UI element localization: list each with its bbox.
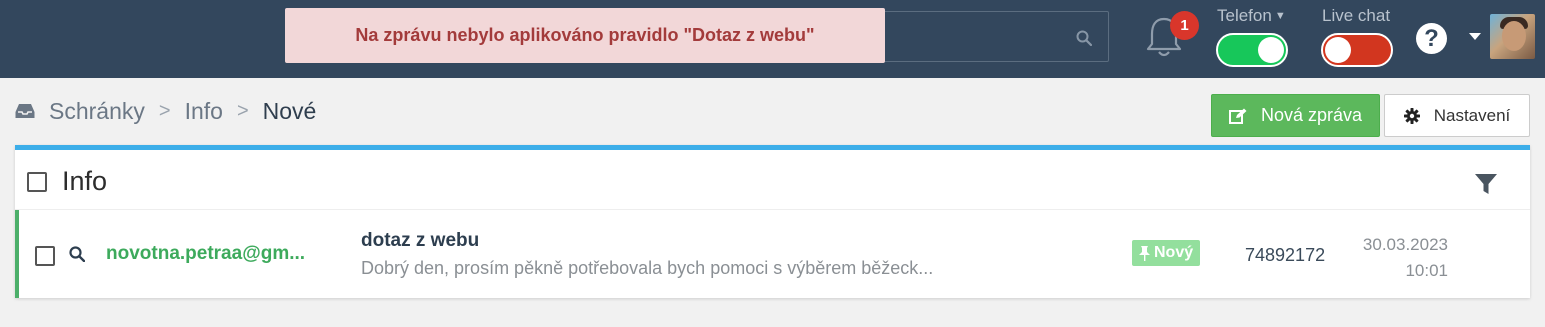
- search-input[interactable]: [868, 11, 1109, 62]
- message-sender[interactable]: novotna.petraa@gm...: [106, 243, 305, 265]
- rule-notification-text: Na zprávu nebylo aplikováno pravidlo "Do…: [355, 25, 815, 45]
- filter-icon[interactable]: [1475, 173, 1497, 195]
- panel-title: Info: [62, 166, 108, 196]
- breadcrumb-item-info[interactable]: Info: [185, 98, 223, 125]
- inbox-icon: [15, 104, 35, 118]
- chevron-down-icon[interactable]: ▼: [1275, 10, 1286, 22]
- row-checkbox[interactable]: [35, 246, 55, 266]
- pin-icon: [1139, 245, 1150, 261]
- message-subject[interactable]: dotaz z webu: [361, 230, 479, 252]
- breadcrumb-separator: >: [236, 99, 249, 122]
- breadcrumb-separator: >: [158, 99, 171, 122]
- livechat-toggle[interactable]: [1321, 33, 1393, 67]
- preview-search-icon[interactable]: [69, 246, 85, 262]
- top-navbar: Na zprávu nebylo aplikováno pravidlo "Do…: [0, 0, 1545, 78]
- breadcrumb-item-schranky[interactable]: Schránky: [49, 98, 145, 125]
- notification-count-badge: 1: [1170, 11, 1199, 40]
- settings-button[interactable]: Nastavení: [1384, 94, 1530, 137]
- help-icon[interactable]: ?: [1416, 23, 1447, 54]
- breadcrumb: Schránky > Info > Nové: [15, 97, 316, 125]
- panel-header: Info: [15, 150, 1530, 210]
- telefon-toggle[interactable]: [1216, 33, 1288, 67]
- message-id: 74892172: [1245, 245, 1326, 265]
- inbox-panel: Info novotna.petraa@gm... dotaz z webu D…: [15, 145, 1530, 298]
- new-message-button[interactable]: Nová zpráva: [1211, 94, 1380, 137]
- message-datetime: 30.03.2023 10:01: [1363, 232, 1448, 284]
- message-date: 30.03.2023: [1362, 235, 1448, 254]
- message-preview: Dobrý den, prosím pěkně potřebovala bych…: [361, 258, 934, 278]
- user-menu-caret-icon[interactable]: [1469, 33, 1481, 40]
- select-all-checkbox[interactable]: [27, 172, 47, 192]
- table-row[interactable]: novotna.petraa@gm... dotaz z webu Dobrý …: [15, 210, 1530, 298]
- rule-notification-toast: Na zprávu nebylo aplikováno pravidlo "Do…: [285, 8, 885, 63]
- telefon-label[interactable]: Telefon ▼: [1217, 6, 1286, 26]
- livechat-label: Live chat: [1322, 6, 1391, 25]
- message-time: 10:01: [1405, 261, 1448, 280]
- edit-icon: [1228, 108, 1247, 124]
- breadcrumb-item-current: Nové: [262, 97, 317, 124]
- gear-icon: [1403, 107, 1420, 124]
- avatar[interactable]: [1490, 14, 1535, 59]
- status-badge: Nový: [1132, 240, 1201, 266]
- search-icon[interactable]: [1076, 30, 1092, 46]
